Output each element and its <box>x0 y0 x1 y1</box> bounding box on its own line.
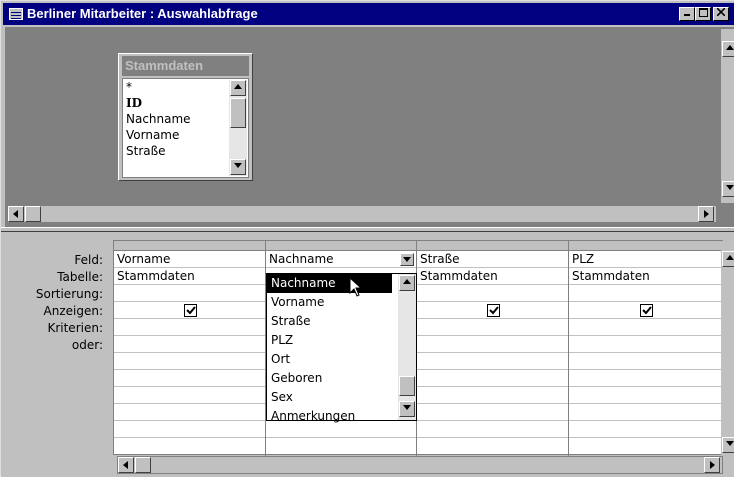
column-selector[interactable] <box>417 241 568 251</box>
row-label-sortierung: Sortierung: <box>35 287 103 301</box>
scroll-up-icon[interactable] <box>722 251 734 267</box>
cell-anzeigen[interactable] <box>114 302 265 319</box>
cell-oder[interactable] <box>114 336 265 353</box>
scroll-right-icon[interactable] <box>704 457 720 473</box>
dropdown-option[interactable]: Ort <box>267 350 416 369</box>
table-area <box>7 29 727 205</box>
cell-oder[interactable] <box>569 336 722 353</box>
column-selector[interactable] <box>266 241 416 251</box>
show-checkbox[interactable] <box>183 304 197 317</box>
field-dropdown-list[interactable]: Nachname Vorname Straße PLZ Ort Geboren … <box>266 273 417 423</box>
scroll-up-icon[interactable] <box>230 80 246 96</box>
table-pane-hscrollbar[interactable] <box>7 205 717 223</box>
dropdown-option[interactable]: Anmerkungen <box>267 407 416 426</box>
scroll-up-icon[interactable] <box>722 41 734 57</box>
scroll-up-icon[interactable] <box>399 275 415 291</box>
field-list-title[interactable]: Stammdaten <box>122 56 249 76</box>
cell-anzeigen[interactable] <box>417 302 568 319</box>
cell-kriterien[interactable] <box>114 319 265 336</box>
minimize-button[interactable] <box>679 7 695 21</box>
grid-vscrollbar[interactable] <box>721 241 734 455</box>
scroll-thumb[interactable] <box>399 376 415 396</box>
cell-sortierung[interactable] <box>569 285 722 302</box>
scroll-down-icon[interactable] <box>722 437 734 453</box>
cell-tabelle[interactable]: Stammdaten <box>417 268 568 285</box>
cell-empty[interactable] <box>569 404 722 421</box>
scroll-down-icon[interactable] <box>230 159 246 175</box>
show-checkbox[interactable] <box>486 304 500 317</box>
grid-column-1[interactable]: Vorname Stammdaten <box>114 241 266 456</box>
query-icon <box>9 8 23 20</box>
cell-feld-value[interactable]: Nachname <box>269 252 334 266</box>
scroll-thumb[interactable] <box>25 206 41 222</box>
cell-kriterien[interactable] <box>417 319 568 336</box>
scroll-left-icon[interactable] <box>8 206 24 222</box>
scroll-right-icon[interactable] <box>698 206 714 222</box>
query-window: Berliner Mitarbeiter : Auswahlabfrage St… <box>0 0 734 477</box>
cell-empty[interactable] <box>114 421 265 438</box>
cell-feld[interactable]: Straße <box>417 251 568 268</box>
cell-oder[interactable] <box>417 336 568 353</box>
cell-sortierung[interactable] <box>114 285 265 302</box>
window-title: Berliner Mitarbeiter : Auswahlabfrage <box>27 6 258 21</box>
design-grid[interactable]: Vorname Stammdaten Nachname Straße Stamm… <box>113 240 723 456</box>
scroll-thumb[interactable] <box>230 98 246 128</box>
cell-feld[interactable]: PLZ <box>569 251 722 268</box>
mouse-pointer-icon <box>349 276 365 302</box>
dropdown-option[interactable]: Geboren <box>267 369 416 388</box>
cell-feld[interactable]: Vorname <box>114 251 265 268</box>
dropdown-option-selected[interactable]: Nachname <box>267 274 392 293</box>
cell-empty[interactable] <box>569 421 722 438</box>
cell-empty[interactable] <box>114 353 265 370</box>
dropdown-arrow-icon[interactable] <box>400 253 414 266</box>
scroll-down-icon[interactable] <box>399 401 415 417</box>
table-pane <box>5 27 734 227</box>
grid-column-4[interactable]: PLZ Stammdaten <box>569 241 722 456</box>
cell-empty[interactable] <box>114 387 265 404</box>
scroll-down-icon[interactable] <box>722 181 734 197</box>
cell-empty[interactable] <box>569 353 722 370</box>
title-bar[interactable]: Berliner Mitarbeiter : Auswahlabfrage <box>3 3 734 25</box>
close-button[interactable] <box>713 7 729 21</box>
column-selector[interactable] <box>569 241 722 251</box>
row-label-anzeigen: Anzeigen: <box>43 304 103 318</box>
cell-kriterien[interactable] <box>569 319 722 336</box>
cell-tabelle[interactable]: Stammdaten <box>569 268 722 285</box>
show-checkbox[interactable] <box>639 304 653 317</box>
cell-empty[interactable] <box>417 404 568 421</box>
cell-empty[interactable] <box>114 370 265 387</box>
table-pane-vscrollbar[interactable] <box>721 29 734 203</box>
cell-empty[interactable] <box>417 353 568 370</box>
cell-empty[interactable] <box>569 370 722 387</box>
dropdown-option[interactable]: PLZ <box>267 331 416 350</box>
cell-tabelle[interactable]: Stammdaten <box>114 268 265 285</box>
cell-feld[interactable]: Nachname <box>266 251 416 268</box>
cell-empty[interactable] <box>417 387 568 404</box>
dropdown-option[interactable]: Sex <box>267 388 416 407</box>
row-label-tabelle: Tabelle: <box>57 270 103 284</box>
cell-empty[interactable] <box>417 421 568 438</box>
cell-empty[interactable] <box>417 370 568 387</box>
field-list-box[interactable]: * ID Nachname Vorname Straße <box>122 78 249 178</box>
scroll-left-icon[interactable] <box>118 457 134 473</box>
dropdown-option[interactable]: Straße <box>267 312 416 331</box>
maximize-button[interactable] <box>695 7 711 21</box>
row-label-oder: oder: <box>71 338 103 352</box>
grid-hscrollbar[interactable] <box>117 456 723 474</box>
field-list-scrollbar[interactable] <box>229 80 247 176</box>
row-label-feld: Feld: <box>74 253 103 267</box>
cell-empty[interactable] <box>114 404 265 421</box>
row-label-kriterien: Kriterien: <box>47 321 103 335</box>
field-list-window[interactable]: Stammdaten * ID Nachname Vorname Straße <box>118 53 253 181</box>
grid-column-3[interactable]: Straße Stammdaten <box>417 241 569 456</box>
column-selector[interactable] <box>114 241 265 251</box>
cell-empty[interactable] <box>569 387 722 404</box>
dropdown-option[interactable]: Vorname <box>267 293 416 312</box>
grid-row-labels: Feld: Tabelle: Sortierung: Anzeigen: Kri… <box>1 252 109 354</box>
cell-anzeigen[interactable] <box>569 302 722 319</box>
scroll-thumb[interactable] <box>135 457 151 473</box>
cell-sortierung[interactable] <box>417 285 568 302</box>
dropdown-scrollbar[interactable] <box>398 274 416 420</box>
